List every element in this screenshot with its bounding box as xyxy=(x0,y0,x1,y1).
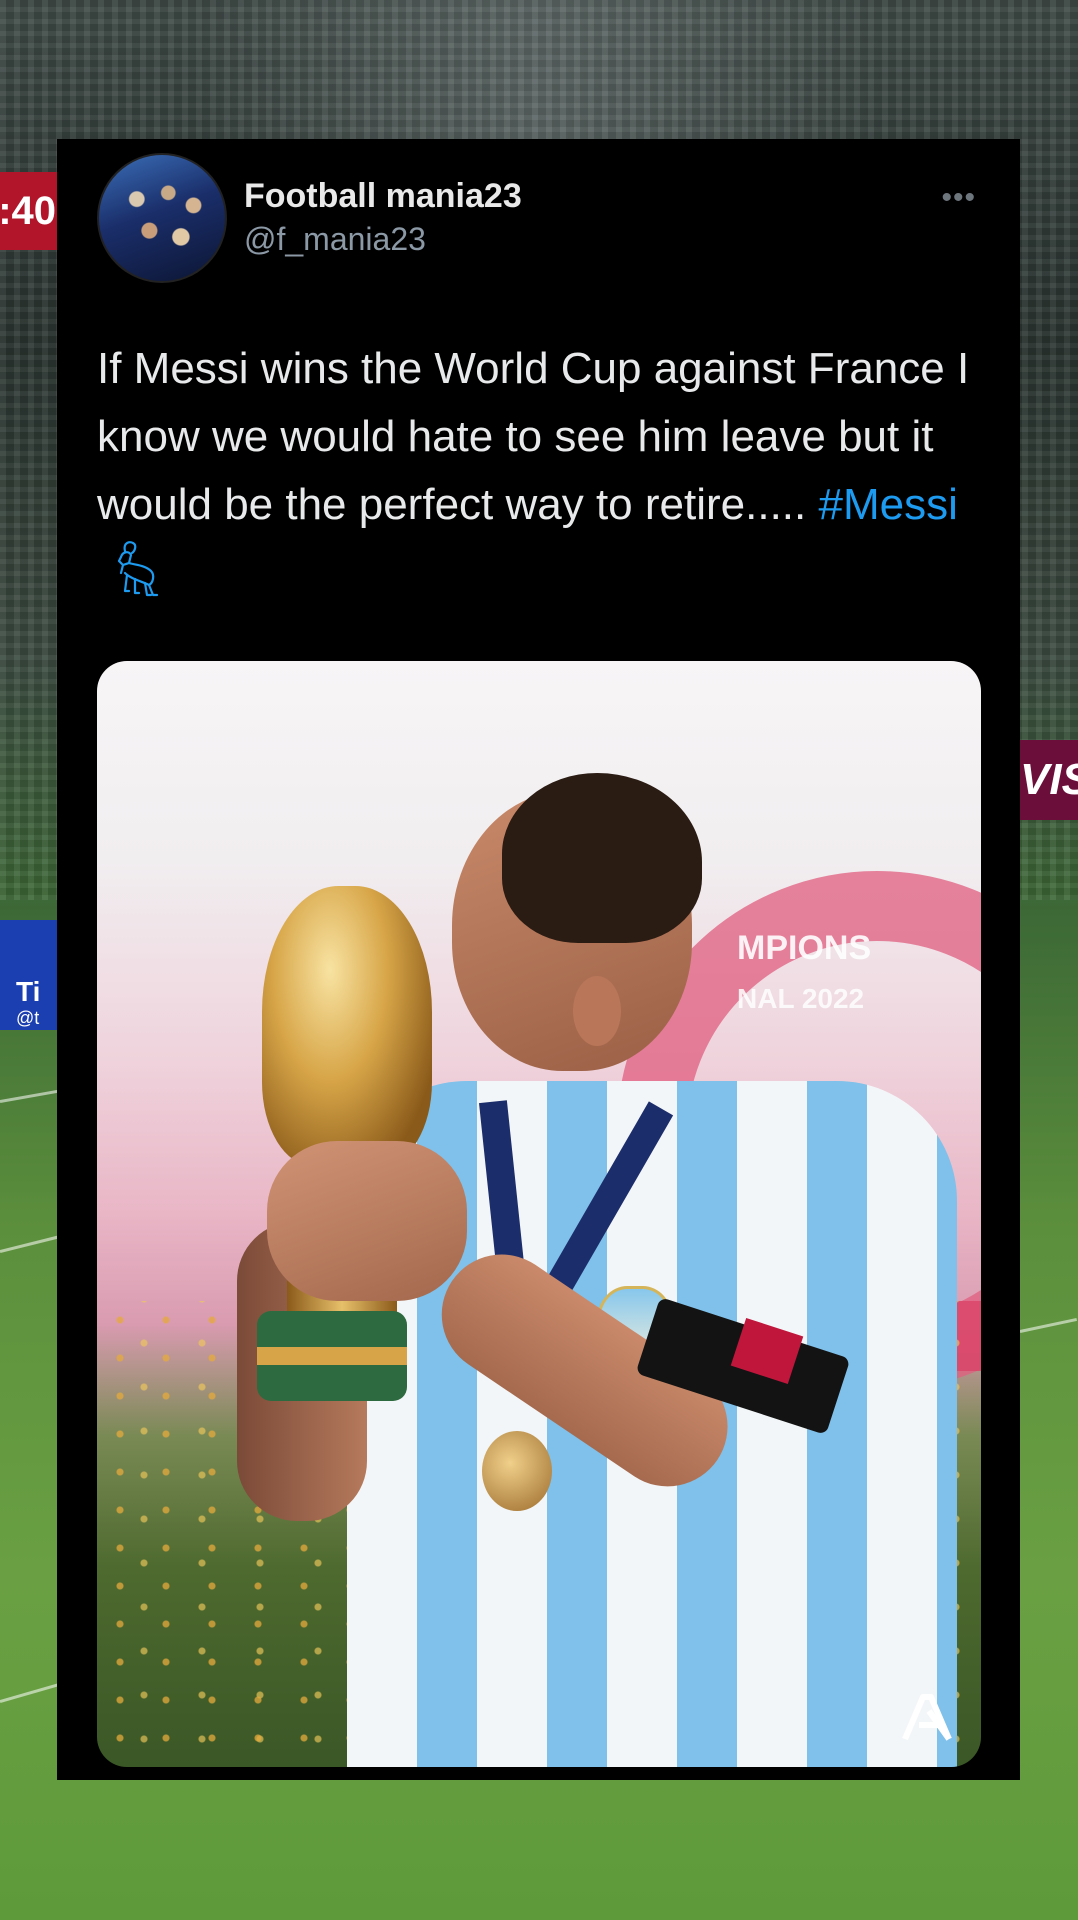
display-name[interactable]: Football mania23 xyxy=(244,177,522,216)
player-hair xyxy=(502,773,702,943)
logo-watermark-icon xyxy=(899,1689,955,1745)
hashtag-link[interactable]: #Messi xyxy=(818,480,957,529)
background-tag-title: Ti xyxy=(16,976,41,1007)
goat-icon xyxy=(99,539,159,623)
user-handle[interactable]: @f_mania23 xyxy=(244,221,426,258)
background-scoreboard: :40 xyxy=(0,172,58,250)
background-name-tag: Ti @t xyxy=(0,920,58,1030)
background-tag-handle: @t xyxy=(16,1008,40,1028)
tweet-card[interactable]: Football mania23 @f_mania23 ••• If Messi… xyxy=(57,139,1020,1780)
player-ear xyxy=(573,976,621,1046)
player-hands xyxy=(267,1141,467,1301)
trophy-base xyxy=(257,1311,407,1401)
tweet-media-image[interactable]: MPIONS NAL 2022 xyxy=(97,661,981,1767)
avatar[interactable] xyxy=(97,153,227,283)
trophy xyxy=(262,886,432,1166)
more-dots-icon[interactable]: ••• xyxy=(941,181,976,215)
tweet-text: If Messi wins the World Cup against Fran… xyxy=(97,335,977,623)
stage-text: MPIONS xyxy=(737,929,872,967)
background-ad-board: VIS xyxy=(1018,740,1078,820)
stage-text: NAL 2022 xyxy=(737,983,865,1014)
medal xyxy=(482,1431,552,1511)
